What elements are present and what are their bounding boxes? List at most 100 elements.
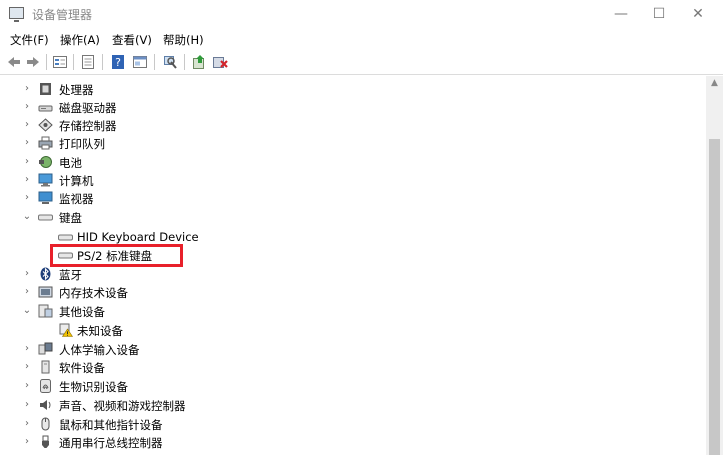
tree-item-label: 未知设备 xyxy=(77,324,123,338)
mouse-icon xyxy=(41,417,50,431)
toolbar-separator xyxy=(154,54,155,70)
tree-item-sound-video-game-controllers[interactable]: › 声音、视频和游戏控制器 xyxy=(22,396,322,414)
hid-icon xyxy=(38,342,53,355)
tree-item-label: 鼠标和其他指针设备 xyxy=(59,418,163,432)
tree-item-label: 存储控制器 xyxy=(59,119,117,133)
expand-chevron-icon[interactable]: › xyxy=(22,396,32,414)
tree-item-disk-drives[interactable]: › 磁盘驱动器 xyxy=(22,98,322,116)
unknown-device-warning-icon xyxy=(59,323,73,337)
usb-icon xyxy=(42,435,49,448)
tree-item-label: 软件设备 xyxy=(59,361,105,375)
scan-hardware-icon[interactable] xyxy=(162,54,178,70)
menu-action[interactable]: 操作(A) xyxy=(60,32,100,48)
vertical-scrollbar[interactable]: ▲ xyxy=(706,76,723,455)
disk-drive-icon xyxy=(38,105,53,112)
tree-item-human-interface-devices[interactable]: › 人体学输入设备 xyxy=(22,340,322,358)
collapse-chevron-icon[interactable]: ⌄ xyxy=(22,302,32,320)
menu-file[interactable]: 文件(F) xyxy=(10,32,49,48)
toolbar-separator xyxy=(46,54,47,70)
tree-item-mice-pointing-devices[interactable]: › 鼠标和其他指针设备 xyxy=(22,415,322,433)
console-icon[interactable] xyxy=(80,54,96,70)
expand-chevron-icon[interactable]: › xyxy=(22,80,32,98)
back-icon[interactable] xyxy=(6,54,22,70)
minimize-button[interactable]: — xyxy=(603,0,639,28)
tree-item-memory-technology-devices[interactable]: › 内存技术设备 xyxy=(22,283,322,301)
tree-item-biometric-devices[interactable]: › 生物识别设备 xyxy=(22,377,322,395)
tree-item-label: 磁盘驱动器 xyxy=(59,101,117,115)
tree-item-other-devices[interactable]: ⌄ 其他设备 xyxy=(22,302,322,320)
tree-item-label: 声音、视频和游戏控制器 xyxy=(59,399,186,413)
tree-item-label: 内存技术设备 xyxy=(59,286,128,300)
window-title: 设备管理器 xyxy=(32,8,93,22)
tree-item-label: 打印队列 xyxy=(59,137,105,151)
expand-chevron-icon[interactable]: › xyxy=(22,171,32,189)
processor-icon xyxy=(40,83,51,95)
tree-item-bluetooth[interactable]: › 蓝牙 xyxy=(22,265,322,283)
monitor-icon xyxy=(38,191,53,204)
expand-chevron-icon[interactable]: › xyxy=(22,265,32,283)
toolbar: ? xyxy=(0,50,723,75)
tree-item-label: 电池 xyxy=(59,156,82,170)
collapse-chevron-icon[interactable]: ⌄ xyxy=(22,208,32,226)
tree-item-unknown-device[interactable]: 未知设备 xyxy=(58,321,358,339)
title-bar: 设备管理器 — ☐ ✕ xyxy=(0,0,723,30)
expand-chevron-icon[interactable]: › xyxy=(22,189,32,207)
tree-item-label: 键盘 xyxy=(59,211,82,225)
tree-item-keyboards[interactable]: ⌄ 键盘 xyxy=(22,208,322,226)
toolbar-separator xyxy=(184,54,185,70)
expand-chevron-icon[interactable]: › xyxy=(22,415,32,433)
forward-icon[interactable] xyxy=(25,54,41,70)
tree-item-monitors[interactable]: › 监视器 xyxy=(22,189,322,207)
menu-view[interactable]: 查看(V) xyxy=(112,32,152,48)
toolbar-separator xyxy=(102,54,103,70)
tree-item-label: 监视器 xyxy=(59,192,94,206)
expand-chevron-icon[interactable]: › xyxy=(22,340,32,358)
battery-icon xyxy=(39,156,52,168)
menu-help[interactable]: 帮助(H) xyxy=(163,32,204,48)
tree-item-print-queues[interactable]: › 打印队列 xyxy=(22,134,322,152)
uninstall-icon[interactable] xyxy=(212,54,228,70)
scrollbar-thumb[interactable] xyxy=(709,139,720,455)
tree-item-label: HID Keyboard Device xyxy=(77,230,199,244)
computer-icon xyxy=(38,173,53,187)
tree-item-batteries[interactable]: › 电池 xyxy=(22,153,322,171)
tree-item-computer[interactable]: › 计算机 xyxy=(22,171,322,189)
expand-chevron-icon[interactable]: › xyxy=(22,134,32,152)
tree-item-processor[interactable]: › 处理器 xyxy=(22,80,322,98)
properties-view-icon[interactable] xyxy=(52,54,68,70)
expand-chevron-icon[interactable]: › xyxy=(22,116,32,134)
expand-chevron-icon[interactable]: › xyxy=(22,153,32,171)
details-icon[interactable] xyxy=(132,54,148,70)
annotation-highlight-box xyxy=(50,244,183,267)
menu-bar: 文件(F) 操作(A) 查看(V) 帮助(H) xyxy=(0,30,723,50)
expand-chevron-icon[interactable]: › xyxy=(22,377,32,395)
tree-item-usb-controllers[interactable]: › 通用串行总线控制器 xyxy=(22,433,322,451)
software-device-icon xyxy=(41,360,50,374)
expand-chevron-icon[interactable]: › xyxy=(22,283,32,301)
tree-item-label: 通用串行总线控制器 xyxy=(59,436,163,450)
other-devices-icon xyxy=(38,304,53,318)
expand-chevron-icon[interactable]: › xyxy=(22,358,32,376)
tree-item-label: 处理器 xyxy=(59,83,94,97)
scroll-up-arrow-icon[interactable]: ▲ xyxy=(706,76,723,91)
memory-device-icon xyxy=(38,286,53,298)
tree-item-label: 其他设备 xyxy=(59,305,105,319)
bluetooth-icon xyxy=(40,267,51,281)
tree-item-software-devices[interactable]: › 软件设备 xyxy=(22,358,322,376)
biometric-icon xyxy=(40,379,51,393)
tree-item-storage-controllers[interactable]: › 存储控制器 xyxy=(22,116,322,134)
storage-controller-icon xyxy=(38,118,53,132)
sound-icon xyxy=(40,400,51,410)
toolbar-separator xyxy=(73,54,74,70)
keyboard-icon xyxy=(38,214,53,221)
close-button[interactable]: ✕ xyxy=(680,0,716,28)
maximize-button[interactable]: ☐ xyxy=(641,0,677,28)
help-icon[interactable]: ? xyxy=(110,54,126,70)
tree-item-label: 蓝牙 xyxy=(59,268,82,282)
svg-text:?: ? xyxy=(115,56,121,69)
tree-item-label: 生物识别设备 xyxy=(59,380,128,394)
update-driver-icon[interactable] xyxy=(191,54,207,70)
expand-chevron-icon[interactable]: › xyxy=(22,433,32,451)
device-manager-icon xyxy=(9,7,24,22)
expand-chevron-icon[interactable]: › xyxy=(22,98,32,116)
